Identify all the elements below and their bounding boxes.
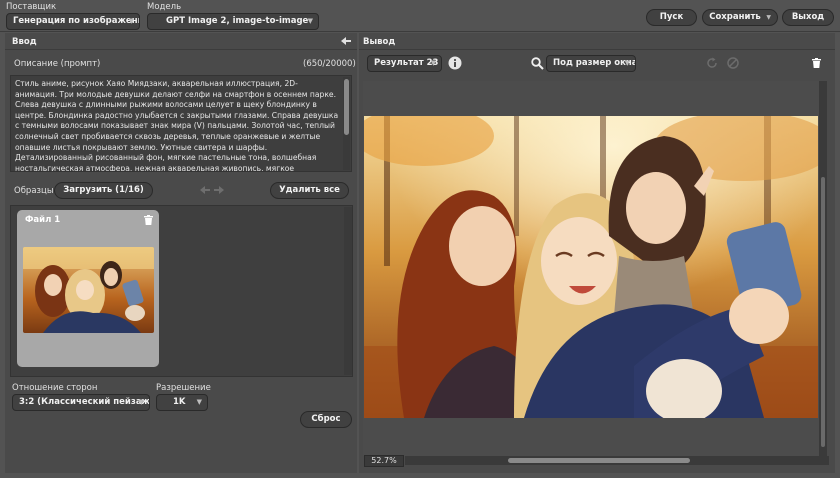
viewer-vscrollbar-thumb[interactable] xyxy=(821,177,825,447)
provider-label: Поставщик xyxy=(6,2,57,12)
model-label: Модель xyxy=(147,2,182,12)
prompt-textarea[interactable]: Стиль аниме, рисунок Хаяо Миядзаки, аква… xyxy=(10,75,352,172)
sample-thumbnail xyxy=(23,247,154,333)
aspect-label: Отношение сторон xyxy=(12,383,98,393)
save-label: Сохранить xyxy=(709,12,761,22)
result-value: Результат 23 xyxy=(374,58,439,68)
provider-value: Генерация по изображению xyxy=(13,16,140,26)
output-viewer[interactable] xyxy=(363,81,827,456)
result-image xyxy=(364,116,818,418)
trash-icon[interactable] xyxy=(143,214,154,225)
zoom-readout: 52.7% xyxy=(364,455,404,467)
fit-value: Под размер окна xyxy=(553,58,636,68)
zoom-value: 52.7% xyxy=(371,456,397,465)
provider-dropdown[interactable]: Генерация по изображению ▼ xyxy=(6,13,140,30)
refresh-icon[interactable] xyxy=(705,56,719,70)
chevron-down-icon: ▼ xyxy=(138,398,144,406)
samples-label: Образцы xyxy=(14,186,54,196)
resolution-dropdown[interactable]: 1K ▼ xyxy=(156,394,208,411)
run-button[interactable]: Пуск xyxy=(646,9,697,26)
prompt-counter: (650/20000) xyxy=(303,59,356,69)
prompt-scrollbar[interactable] xyxy=(343,77,350,170)
file-label: Файл 1 xyxy=(25,215,61,225)
prompt-text: Стиль аниме, рисунок Хаяо Миядзаки, аква… xyxy=(15,79,339,172)
aspect-value: 3:2 (Классический пейзаж) xyxy=(19,397,150,407)
resolution-value: 1K xyxy=(173,397,186,407)
model-dropdown[interactable]: GPT Image 2, image-to-image ▼ xyxy=(147,13,319,30)
exit-button[interactable]: Выход xyxy=(782,9,834,26)
prompt-scrollbar-thumb[interactable] xyxy=(344,79,349,135)
arrow-left-icon[interactable] xyxy=(199,185,211,195)
input-title: Ввод xyxy=(12,37,37,47)
trash-icon[interactable] xyxy=(810,57,822,69)
chevron-down-icon: ▼ xyxy=(307,17,313,25)
info-icon[interactable] xyxy=(447,55,462,70)
reset-button[interactable]: Сброс xyxy=(300,411,352,428)
viewer-hscrollbar-thumb[interactable] xyxy=(508,458,690,463)
input-header-divider xyxy=(5,49,357,50)
viewer-hscrollbar[interactable] xyxy=(405,456,829,465)
arrow-right-icon[interactable] xyxy=(213,185,225,195)
prompt-label: Описание (промпт) xyxy=(14,59,101,69)
samples-scrollbar[interactable] xyxy=(344,207,352,375)
fit-dropdown[interactable]: Под размер окна ▼ xyxy=(546,55,636,72)
delete-all-button[interactable]: Удалить все xyxy=(270,182,349,199)
sample-card[interactable]: Файл 1 xyxy=(17,210,159,367)
result-dropdown[interactable]: Результат 23 ▼ xyxy=(367,55,442,72)
chevron-down-icon: ▼ xyxy=(430,59,436,67)
save-button[interactable]: Сохранить ▼ xyxy=(702,9,778,26)
viewer-vscrollbar[interactable] xyxy=(819,81,827,456)
model-value: GPT Image 2, image-to-image xyxy=(166,16,309,26)
chevron-down-icon: ▼ xyxy=(766,14,771,21)
resolution-label: Разрешение xyxy=(156,383,211,393)
upload-button[interactable]: Загрузить (1/16) xyxy=(54,182,153,199)
chevron-down-icon: ▼ xyxy=(624,59,630,67)
output-title: Вывод xyxy=(363,37,396,47)
cancel-icon[interactable] xyxy=(726,56,740,70)
output-header-divider xyxy=(359,49,835,50)
chevron-down-icon: ▼ xyxy=(128,17,134,25)
top-divider xyxy=(0,31,840,32)
collapse-left-icon[interactable] xyxy=(340,36,352,46)
chevron-down-icon: ▼ xyxy=(196,398,202,406)
zoom-icon xyxy=(530,56,544,70)
samples-area: Файл 1 xyxy=(10,205,353,377)
aspect-dropdown[interactable]: 3:2 (Классический пейзаж) ▼ xyxy=(12,394,150,411)
